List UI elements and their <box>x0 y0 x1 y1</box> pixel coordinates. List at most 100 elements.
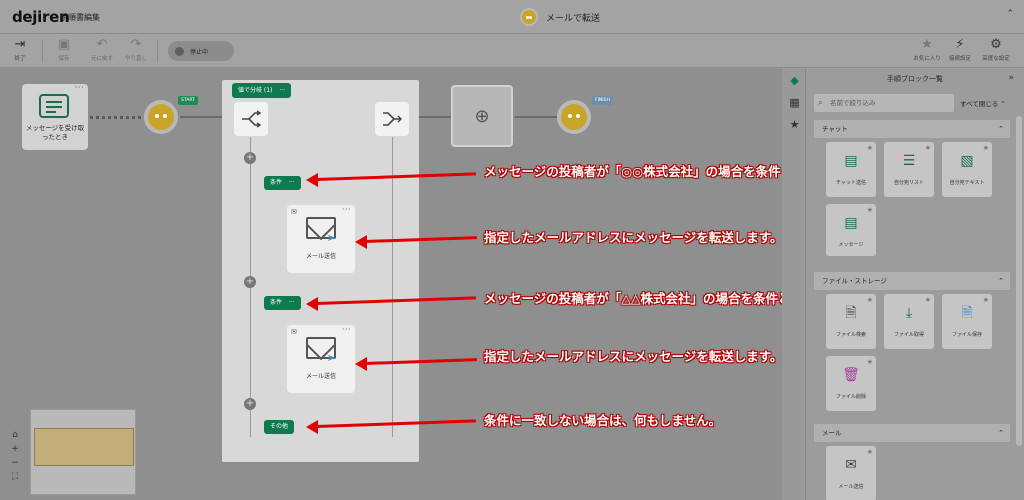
star-icon[interactable]: ★ <box>925 296 931 304</box>
arrow-head-icon <box>306 420 318 434</box>
message-icon: ▤ <box>844 215 858 231</box>
add-step-button[interactable]: + <box>244 398 256 410</box>
block-item[interactable]: ★ 🗑 ファイル削除 <box>826 356 876 411</box>
save-button[interactable]: ▣ 保存 <box>46 37 82 62</box>
settings-nodes-icon: ⚙ <box>990 37 1002 52</box>
add-step-button[interactable]: + <box>244 152 256 164</box>
branch-merge-icon[interactable] <box>375 102 409 136</box>
add-step-button[interactable]: + <box>244 276 256 288</box>
status-label: 停止中 <box>190 48 209 56</box>
arrow-head-icon <box>306 173 318 187</box>
star-icon[interactable]: ★ <box>925 144 931 152</box>
more-icon[interactable]: ··· <box>75 83 84 92</box>
plug-icon: ⚡ <box>955 37 965 52</box>
file-save-icon: 🗎 <box>961 305 973 321</box>
block-item[interactable]: ★ 🗎 ファイル保存 <box>942 294 992 349</box>
panel-scrollbar[interactable] <box>1016 116 1022 446</box>
annotation-text: 指定したメールアドレスにメッセージを転送します。 <box>484 349 783 364</box>
advanced-settings-button[interactable]: ⚙ 高度な設定 <box>978 37 1014 62</box>
toolbar-divider <box>42 40 43 62</box>
collapse-panel-icon[interactable]: » <box>1008 73 1014 83</box>
condition-button[interactable]: 条件 ··· <box>264 176 301 190</box>
close-all-button[interactable]: すべて閉じる ⌃ <box>960 98 1006 108</box>
branch-split-icon[interactable] <box>234 102 268 136</box>
star-icon[interactable]: ★ <box>867 358 873 366</box>
start-bot-icon <box>144 100 178 134</box>
condition-button[interactable]: 条件 ··· <box>264 296 301 310</box>
star-icon[interactable]: ★ <box>983 296 989 304</box>
undo-button[interactable]: ↶ 元に戻す <box>84 37 120 62</box>
send-plane-icon: ➤ <box>327 233 336 244</box>
block-list-panel: 手順ブロック一覧 » ⌕ 名前で絞り込み すべて閉じる ⌃ チャット ⌃ ★ ▤… <box>806 68 1024 500</box>
add-block-placeholder[interactable]: ⊕ <box>451 85 513 147</box>
file-delete-icon: 🗑 <box>842 367 860 383</box>
doc-title: 手順書編集 <box>60 13 100 22</box>
branch-block[interactable]: 値で分岐 (1) ··· + 条件 ··· ✉ ··· ➤ メール送信 + 条件… <box>222 80 419 462</box>
mail-send-node[interactable]: ✉ ··· ➤ メール送信 <box>287 325 355 393</box>
more-icon[interactable]: ··· <box>342 205 351 214</box>
block-label: ファイル検索 <box>835 332 866 338</box>
branch-title[interactable]: 値で分岐 (1) ··· <box>232 83 292 98</box>
home-icon[interactable]: ⌂ <box>12 430 18 440</box>
block-item[interactable]: ★ ⤓ ファイル取得 <box>884 294 934 349</box>
file-download-icon: ⤓ <box>905 305 913 321</box>
mail-send-node[interactable]: ✉ ··· ➤ メール送信 <box>287 205 355 273</box>
block-search-input[interactable]: ⌕ 名前で絞り込み <box>814 94 954 112</box>
arrow-head-icon <box>355 357 367 371</box>
panel-title: 手順ブロック一覧 <box>887 75 943 83</box>
package-icon[interactable]: ▦ <box>788 96 801 109</box>
more-icon[interactable]: ··· <box>289 299 295 306</box>
block-label: 自分宛リスト <box>893 180 924 186</box>
block-item[interactable]: ★ ▤ メッセージ <box>826 204 876 256</box>
minimap[interactable] <box>30 409 136 495</box>
star-icon[interactable]: ★ <box>867 296 873 304</box>
search-placeholder: 名前で絞り込み <box>830 99 876 107</box>
section-header-file-storage[interactable]: ファイル・ストレージ ⌃ <box>814 272 1010 290</box>
section-header-mail[interactable]: メール ⌃ <box>814 424 1010 442</box>
star-icon[interactable]: ★ <box>867 448 873 456</box>
star-icon: ★ <box>921 37 933 52</box>
run-status-toggle[interactable]: 停止中 <box>168 41 234 61</box>
arrow-head-icon <box>355 235 367 249</box>
star-icon[interactable]: ★ <box>867 206 873 214</box>
otherwise-button[interactable]: その他 <box>264 420 295 434</box>
star-icon[interactable]: ★ <box>983 144 989 152</box>
zoom-controls: ⌂ + − ⛶ <box>8 430 22 482</box>
zoom-in-icon[interactable]: + <box>11 444 19 454</box>
minimap-viewport[interactable] <box>34 428 134 466</box>
arrow-head-icon <box>306 297 318 311</box>
block-label: ファイル取得 <box>893 332 924 338</box>
collapse-header-icon[interactable]: ⌃ <box>1006 9 1014 19</box>
small-mail-icon: ✉ <box>291 328 297 336</box>
more-icon[interactable]: ··· <box>289 179 295 186</box>
connector-line <box>90 116 144 119</box>
flow-canvas[interactable]: メッセージを受け取ったとき ··· START 値で分岐 (1) ··· + 条… <box>0 68 842 500</box>
redo-icon: ↷ <box>130 37 142 52</box>
favorite-button[interactable]: ★ お気に入り <box>909 37 945 62</box>
section-label: ファイル・ストレージ <box>822 277 887 285</box>
undo-label: 元に戻す <box>90 56 113 62</box>
block-label: ファイル削除 <box>835 394 866 400</box>
block-item[interactable]: ★ ▤ チャット送信 <box>826 142 876 197</box>
section-header-chat[interactable]: チャット ⌃ <box>814 120 1010 138</box>
chat-send-icon: ▤ <box>844 153 858 169</box>
block-cube-icon[interactable]: ◆ <box>788 74 801 87</box>
more-icon[interactable]: ··· <box>279 87 285 94</box>
star-icon[interactable]: ★ <box>867 144 873 152</box>
zoom-out-icon[interactable]: − <box>11 458 19 468</box>
fit-view-icon[interactable]: ⛶ <box>12 472 18 482</box>
block-item[interactable]: ★ 🗎 ファイル検索 <box>826 294 876 349</box>
more-icon[interactable]: ··· <box>342 325 351 334</box>
favorite-label: お気に入り <box>913 56 941 62</box>
redo-button[interactable]: ↷ やり直し <box>118 37 154 62</box>
block-item[interactable]: ★ ☰ 自分宛リスト <box>884 142 934 197</box>
start-tag: START <box>178 96 198 105</box>
flow-title-text: メールで転送 <box>546 13 601 24</box>
exit-button[interactable]: ⇥ 終了 <box>2 37 38 62</box>
favorite-star-icon[interactable]: ★ <box>788 118 801 131</box>
block-item[interactable]: ★ ✉ メール送信 <box>826 446 876 500</box>
trigger-node[interactable]: メッセージを受け取ったとき ··· <box>22 83 88 150</box>
connect-settings-button[interactable]: ⚡ 接続設定 <box>942 37 978 62</box>
block-label: チャット送信 <box>836 180 866 186</box>
block-item[interactable]: ★ ▧ 自分宛テキスト <box>942 142 992 197</box>
